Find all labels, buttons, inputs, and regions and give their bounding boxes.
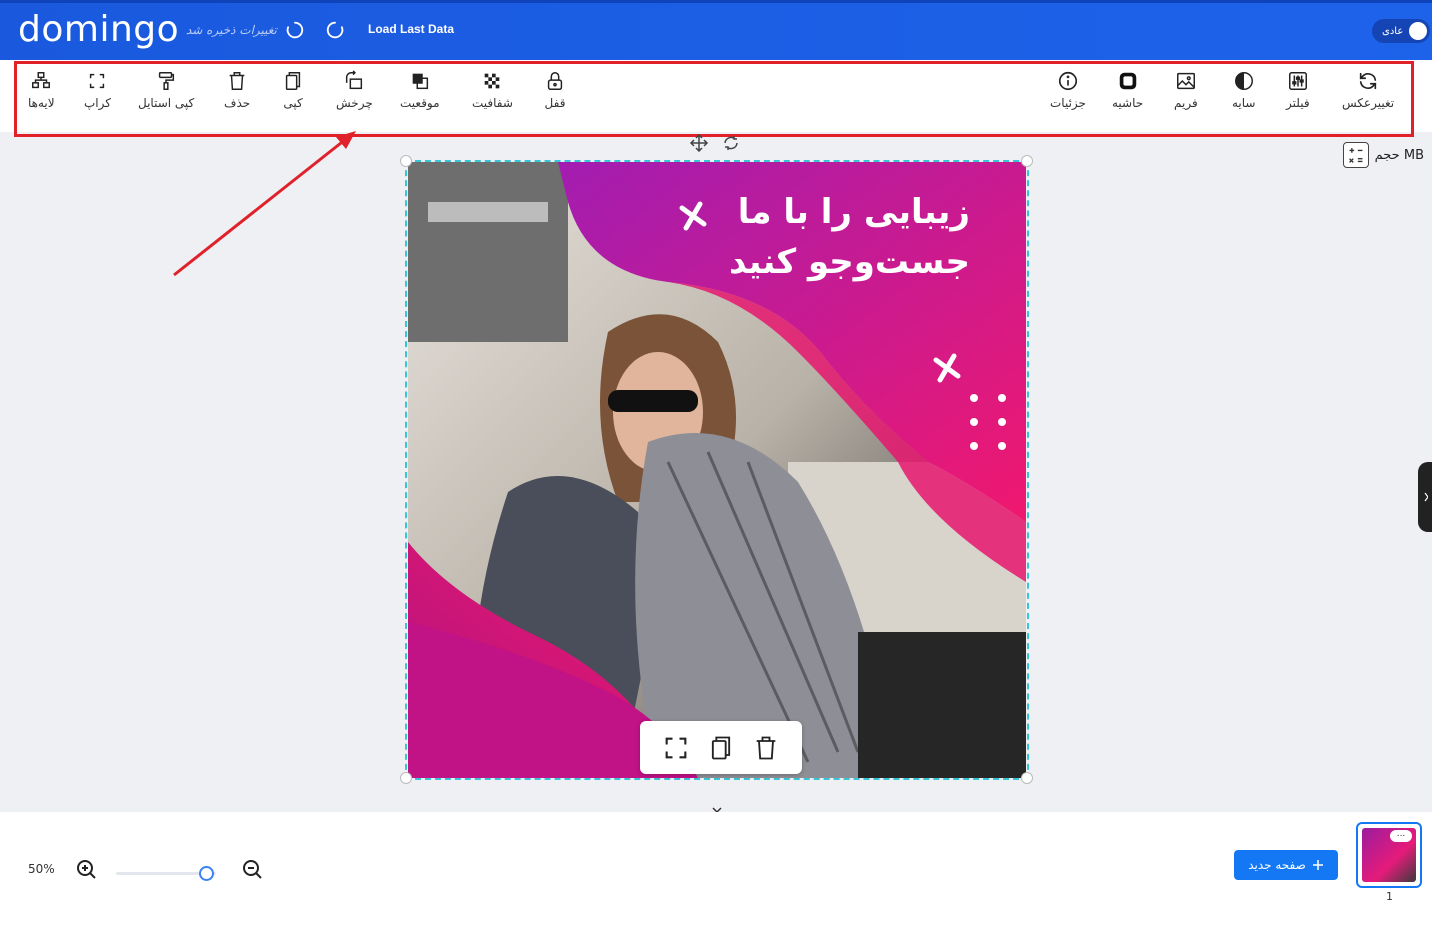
zoom-level: 50%	[28, 862, 55, 876]
mode-label: عادی	[1382, 25, 1404, 37]
zoom-out-icon[interactable]	[240, 857, 264, 881]
calculator-icon[interactable]	[1342, 142, 1369, 168]
footer-bar: 50% صفحه جدید ... 1	[0, 812, 1432, 931]
load-last-data-button[interactable]: Load Last Data	[368, 22, 454, 36]
canvas-controls	[688, 134, 740, 152]
move-icon[interactable]	[688, 134, 710, 152]
trash-icon[interactable]	[752, 734, 780, 762]
resize-handle[interactable]	[400, 772, 412, 784]
redo-icon[interactable]	[324, 19, 346, 41]
app-logo[interactable]: domingo	[18, 9, 179, 50]
thumbnail-preview: ...	[1362, 828, 1416, 882]
undo-icon[interactable]	[284, 19, 306, 41]
page-number: 1	[1386, 890, 1393, 903]
crop-icon[interactable]	[662, 734, 690, 762]
rotate-handle-icon[interactable]	[722, 134, 740, 152]
resize-handle[interactable]	[1021, 772, 1033, 784]
new-page-button[interactable]: صفحه جدید	[1234, 850, 1338, 880]
annotation-arrow-icon	[173, 131, 356, 277]
file-size-label: حجم MB	[1374, 147, 1424, 163]
zoom-in-icon[interactable]	[74, 857, 98, 881]
side-panel-toggle[interactable]	[1418, 462, 1432, 532]
thumbnail-menu-icon[interactable]: ...	[1390, 830, 1412, 842]
new-page-label: صفحه جدید	[1248, 858, 1306, 872]
app-header: domingo تغییرات ذخیره شد Load Last Data …	[0, 0, 1432, 60]
file-size-indicator: حجم MB	[1342, 142, 1424, 168]
resize-handle[interactable]	[1021, 155, 1033, 167]
plus-icon	[1312, 860, 1323, 870]
floating-action-bar	[640, 721, 802, 774]
zoom-slider-thumb[interactable]	[199, 866, 214, 881]
mode-toggle[interactable]: عادی	[1372, 19, 1430, 43]
resize-handle[interactable]	[400, 155, 412, 167]
toggle-knob	[1409, 22, 1427, 40]
page-thumbnail[interactable]: ...	[1356, 822, 1422, 888]
chevron-right-icon	[1424, 492, 1429, 502]
selection-frame	[405, 160, 1029, 780]
copy-icon[interactable]	[707, 734, 735, 762]
save-status: تغییرات ذخیره شد	[186, 23, 277, 37]
